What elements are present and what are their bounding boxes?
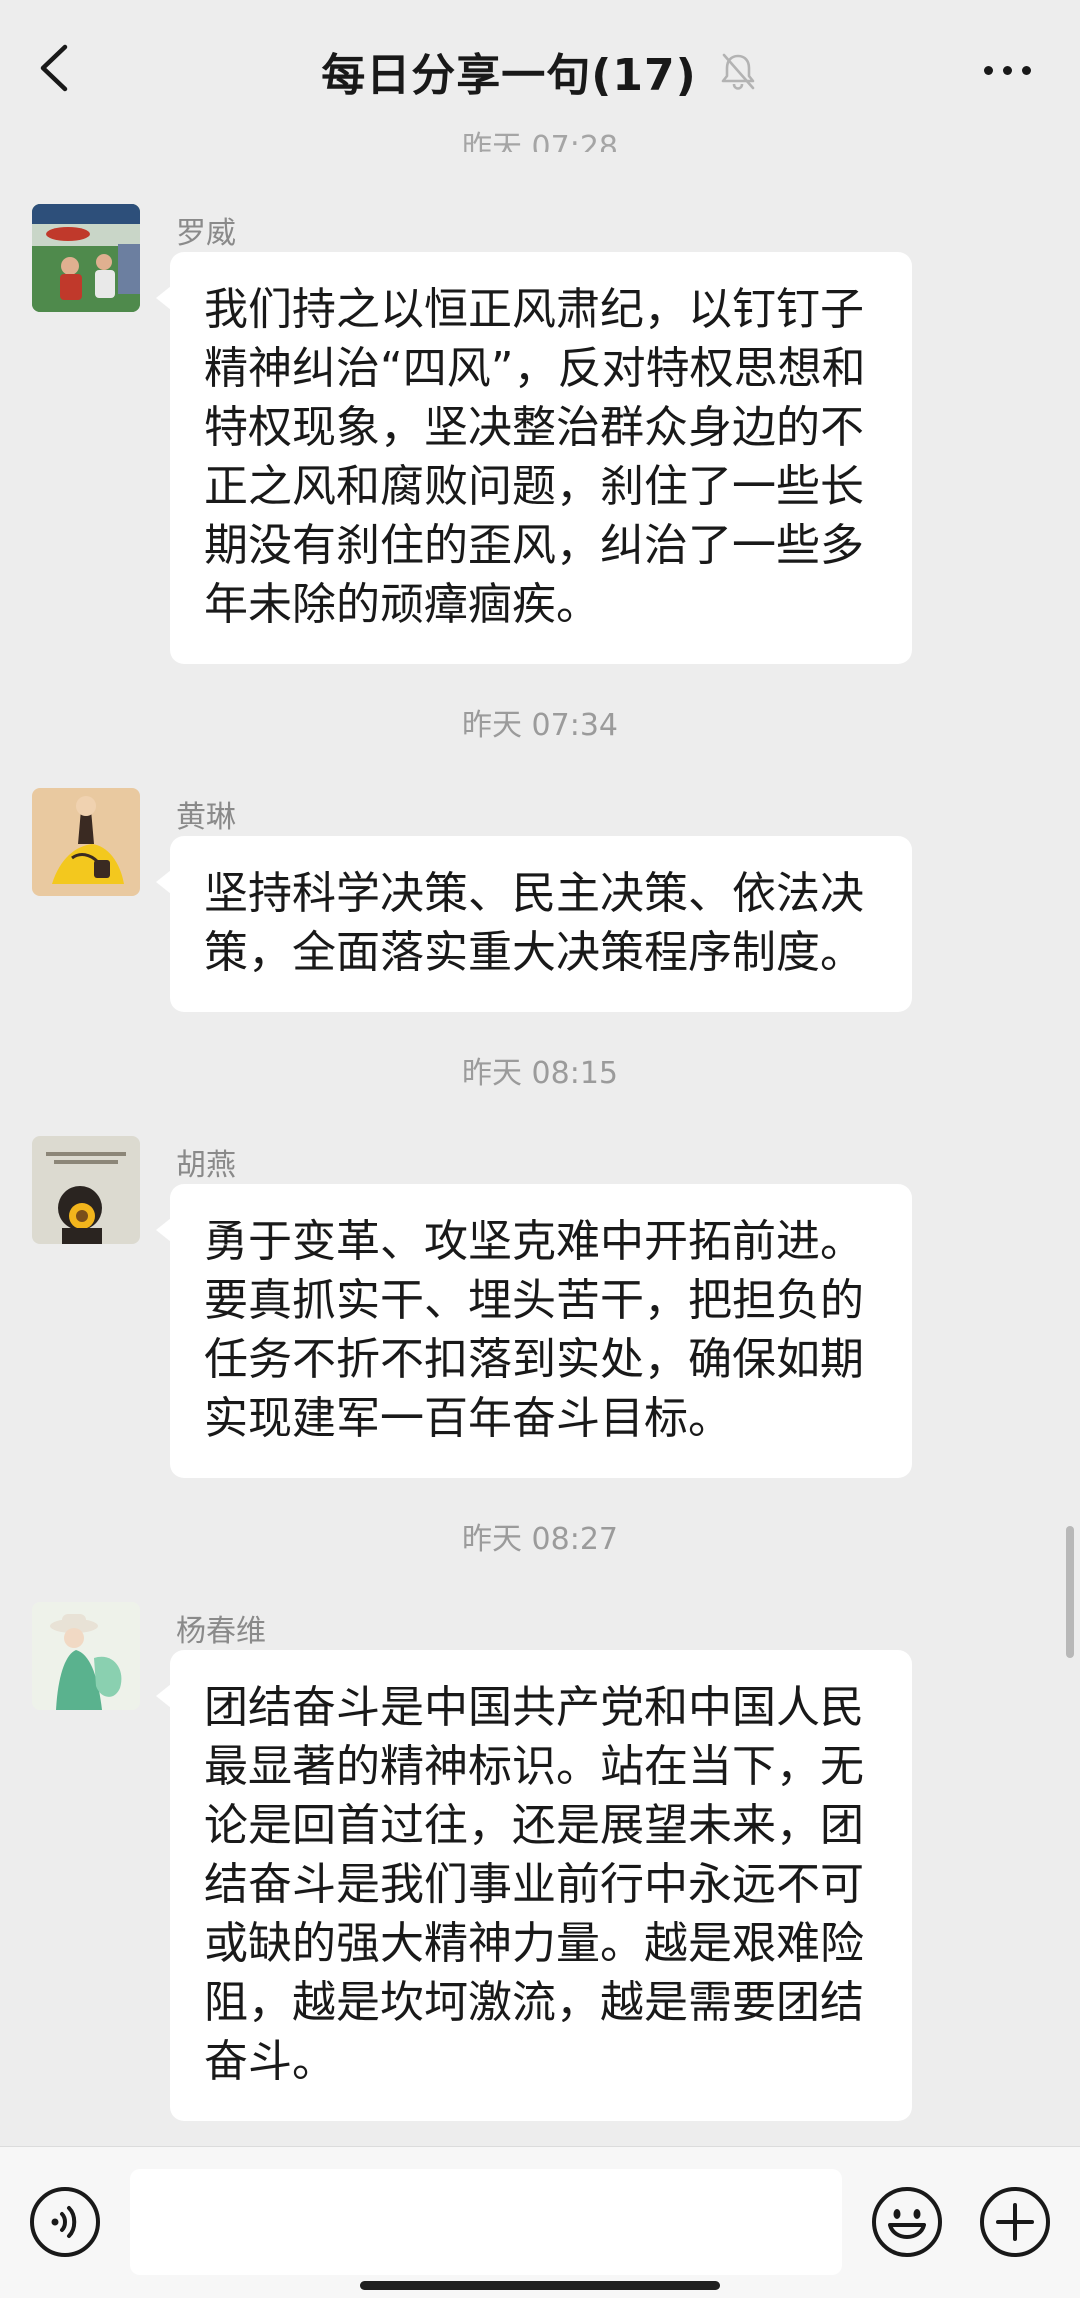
bell-off-icon (721, 53, 755, 90)
scrollbar-thumb[interactable] (1066, 1526, 1074, 1658)
home-indicator[interactable] (360, 2281, 720, 2290)
avatar[interactable] (32, 204, 140, 312)
football-photo-avatar (32, 204, 140, 312)
avatar[interactable] (32, 1136, 140, 1244)
message-input[interactable] (130, 2169, 842, 2275)
cartoon-girl-avatar (32, 788, 140, 896)
sender-name: 杨春维 (176, 1614, 266, 1649)
sender-name: 黄琳 (176, 800, 236, 835)
timestamp: 昨天 07:34 (462, 708, 618, 743)
sender-name: 罗威 (176, 216, 236, 251)
message-bubble[interactable]: 团结奋斗是中国共产党和中国人民最显著的精神标识。站在当下，无论是回首过往，还是展… (156, 1650, 912, 2121)
timestamp: 昨天 08:15 (462, 1056, 618, 1091)
more-dot (1021, 65, 1031, 75)
chat-header: 每日分享一句(17) (0, 0, 1080, 130)
message-bubble[interactable]: 勇于变革、攻坚克难中开拓前进。要真抓实干、埋头苦干，把担负的任务不折不扣落到实处… (156, 1184, 912, 1478)
avatar[interactable] (32, 788, 140, 896)
message-bubble[interactable]: 坚持科学决策、民主决策、依法决策，全面落实重大决策程序制度。 (156, 836, 912, 1012)
more-button[interactable] (970, 40, 1044, 100)
more-dot (983, 65, 993, 75)
plus-icon[interactable] (978, 2185, 1052, 2259)
chat-title: 每日分享一句(17) (321, 50, 697, 101)
avatar[interactable] (32, 1602, 140, 1710)
sunflower-avatar (32, 1136, 140, 1244)
title-wrap: 每日分享一句(17) (0, 38, 1080, 104)
message-bubble[interactable]: 我们持之以恒正风肃纪，以钉钉子精神纠治“四风”，反对特权思想和特权现象，坚决整治… (156, 252, 912, 664)
more-dot (1002, 65, 1012, 75)
voice-icon[interactable] (28, 2185, 102, 2259)
sender-name: 胡燕 (176, 1148, 236, 1183)
emoji-icon[interactable] (870, 2185, 944, 2259)
girl-hat-avatar (32, 1602, 140, 1710)
input-bar (0, 2146, 1080, 2298)
timestamp: 昨天 08:27 (462, 1522, 618, 1557)
